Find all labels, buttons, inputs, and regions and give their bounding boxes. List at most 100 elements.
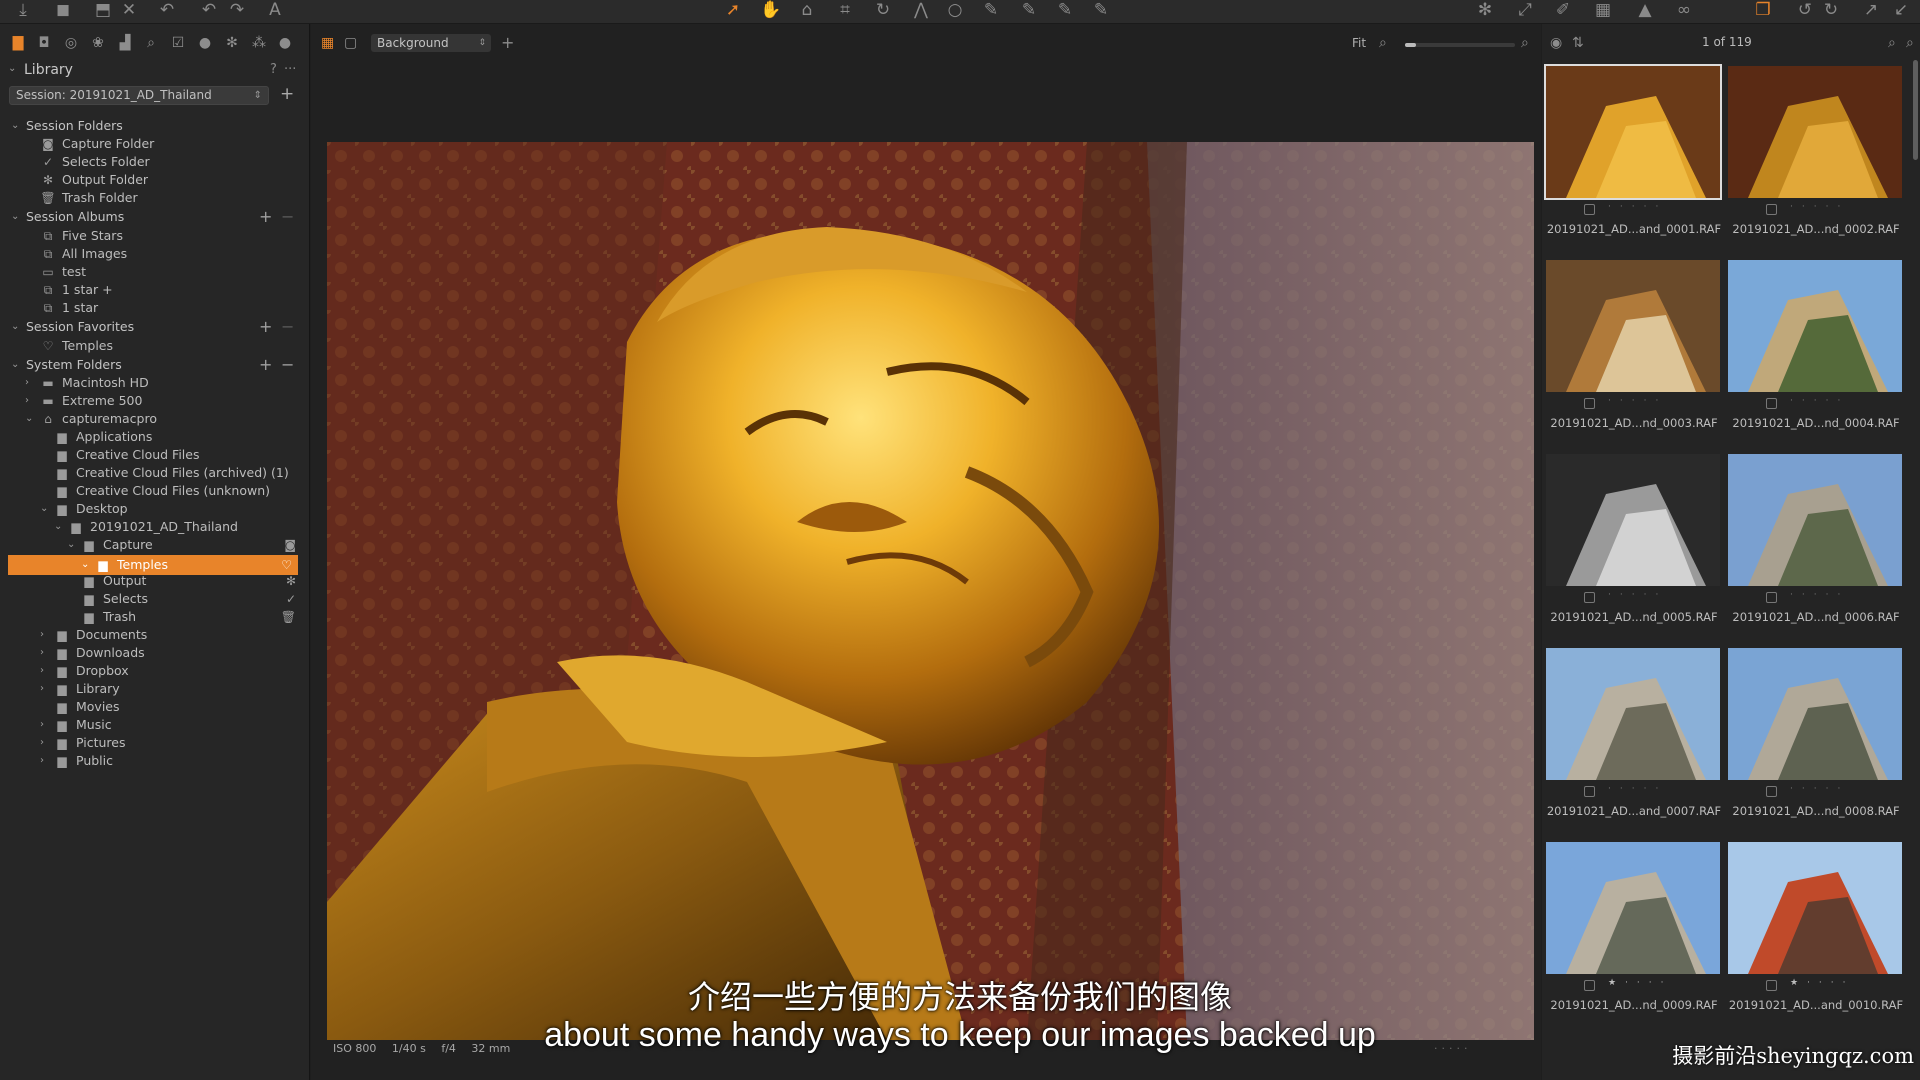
- text-icon[interactable]: A: [264, 0, 286, 22]
- chevron-down-icon[interactable]: ⌄: [54, 517, 62, 537]
- folder-music[interactable]: › ▆ Music: [0, 715, 310, 735]
- session-select[interactable]: Session: 20191021_AD_Thailand ⇕: [9, 86, 269, 105]
- library-tab-icon[interactable]: ▇: [7, 32, 29, 54]
- add-session-button[interactable]: +: [280, 84, 298, 104]
- zoom-slider[interactable]: [1405, 43, 1515, 47]
- undo-icon[interactable]: ↶: [156, 0, 178, 22]
- sidebar-item-all-images[interactable]: ⧉ All Images: [0, 244, 310, 264]
- select-checkbox[interactable]: [1584, 786, 1595, 797]
- chevron-down-icon[interactable]: ⌄: [8, 63, 16, 74]
- exposure-tab-icon[interactable]: ▟: [114, 32, 136, 54]
- chevron-right-icon[interactable]: ›: [25, 391, 29, 411]
- select-checkbox[interactable]: [1766, 592, 1777, 603]
- layers-icon[interactable]: ❐: [1752, 0, 1774, 22]
- info-tab-icon[interactable]: ●: [194, 32, 216, 54]
- star-rating[interactable]: ·····: [1608, 784, 1667, 794]
- star-rating[interactable]: ·····: [1608, 202, 1667, 212]
- expand-icon[interactable]: ⤢: [1514, 0, 1536, 22]
- star-rating[interactable]: ·····: [1608, 396, 1667, 406]
- metadata-tab-icon[interactable]: ☑: [167, 32, 189, 54]
- thumbnail[interactable]: ····· 20191021_AD...nd_0003.RAF: [1544, 260, 1720, 432]
- star-rating[interactable]: ·····: [1790, 784, 1849, 794]
- export-icon[interactable]: ⬒: [92, 0, 114, 22]
- sidebar-item-output-folder[interactable]: ✻ Output Folder: [0, 170, 310, 190]
- folder-output[interactable]: ▆ Output ✻: [0, 571, 310, 591]
- styles-tab-icon[interactable]: ⁂: [248, 32, 270, 54]
- chevron-down-icon[interactable]: ⌄: [11, 317, 19, 337]
- folder-pictures[interactable]: › ▆ Pictures: [0, 733, 310, 753]
- folder-desktop[interactable]: ⌄ ▆ Desktop: [0, 499, 310, 519]
- chevron-down-icon[interactable]: ⌄: [11, 116, 19, 136]
- chevron-right-icon[interactable]: ›: [40, 625, 44, 645]
- single-view-icon[interactable]: ▢: [344, 32, 357, 54]
- chevron-right-icon[interactable]: ›: [40, 661, 44, 681]
- proof-icon[interactable]: ∞: [1670, 0, 1698, 22]
- chevron-down-icon[interactable]: ⌄: [40, 499, 48, 519]
- color-tab-icon[interactable]: ❀: [87, 32, 109, 54]
- sidebar-item-1-star-plus[interactable]: ⧉ 1 star +: [0, 280, 310, 300]
- main-image[interactable]: [327, 142, 1534, 1040]
- chevron-down-icon[interactable]: ⌄: [67, 535, 75, 555]
- add-view-button[interactable]: +: [501, 32, 514, 54]
- star-rating[interactable]: ·····: [1608, 590, 1667, 600]
- detail-tab-icon[interactable]: ⌕: [140, 32, 162, 54]
- remove-favorite-button[interactable]: −: [281, 317, 294, 337]
- star-rating[interactable]: ·····: [1790, 590, 1849, 600]
- eye-icon[interactable]: ◉: [1550, 32, 1562, 54]
- folder-public[interactable]: › ▆ Public: [0, 751, 310, 771]
- redo-icon[interactable]: ↷: [226, 0, 248, 22]
- browser-scrollbar[interactable]: [1913, 60, 1918, 160]
- thumbnail[interactable]: ····· 20191021_AD...nd_0004.RAF: [1726, 260, 1902, 432]
- folder-creative-cloud-files[interactable]: ▆ Creative Cloud Files: [0, 445, 310, 465]
- loupe-icon[interactable]: ⌂: [796, 0, 818, 22]
- select-checkbox[interactable]: [1584, 398, 1595, 409]
- gradient-icon[interactable]: ✎: [1054, 0, 1076, 22]
- sidebar-item-temples-favorite[interactable]: ♡ Temples: [0, 336, 310, 356]
- folder-applications[interactable]: ▆ Applications: [0, 427, 310, 447]
- sidebar-item-capture-folder[interactable]: ◙ Capture Folder: [0, 134, 310, 154]
- copy-icon[interactable]: ↗: [1860, 0, 1882, 22]
- redo-tool-icon[interactable]: ↻: [1820, 0, 1842, 22]
- more-icon[interactable]: ···: [284, 62, 296, 77]
- crop-icon[interactable]: ⌗: [834, 0, 856, 22]
- thumbnail[interactable]: ····· 20191021_AD...and_0001.RAF: [1544, 64, 1722, 238]
- chevron-right-icon[interactable]: ›: [40, 643, 44, 663]
- chevron-right-icon[interactable]: ›: [40, 751, 44, 771]
- batch-tab-icon[interactable]: ✻: [221, 32, 243, 54]
- thumbnail[interactable]: ····· 20191021_AD...and_0007.RAF: [1544, 648, 1721, 820]
- folder-downloads[interactable]: › ▆ Downloads: [0, 643, 310, 663]
- zoom-fit-button[interactable]: Fit: [1352, 36, 1366, 50]
- thumbnail[interactable]: ····· 20191021_AD...nd_0005.RAF: [1544, 454, 1720, 626]
- thumbnail[interactable]: ····· 20191021_AD...nd_0006.RAF: [1726, 454, 1902, 626]
- chevron-right-icon[interactable]: ›: [25, 373, 29, 393]
- warning-icon[interactable]: ▲: [1634, 0, 1656, 22]
- paste-icon[interactable]: ↙: [1890, 0, 1912, 22]
- select-checkbox[interactable]: [1766, 204, 1777, 215]
- brush-icon[interactable]: ✎: [980, 0, 1002, 22]
- background-select[interactable]: Background ⇕: [371, 34, 491, 52]
- sort-icon[interactable]: ⇅: [1572, 32, 1584, 54]
- sidebar-item-1-star[interactable]: ⧉ 1 star: [0, 298, 310, 318]
- pan-icon[interactable]: ✋: [760, 0, 782, 22]
- help-tab-icon[interactable]: ●: [274, 32, 296, 54]
- search-icon[interactable]: ⌕: [1888, 32, 1896, 54]
- session-favorites-header[interactable]: ⌄ Session Favorites + −: [0, 317, 310, 337]
- import-icon[interactable]: ⤓: [12, 0, 34, 22]
- picker-icon[interactable]: ✎: [1090, 0, 1112, 22]
- filter-icon[interactable]: ⌕: [1906, 32, 1914, 54]
- thumbnail[interactable]: ····· 20191021_AD...nd_0002.RAF: [1726, 66, 1902, 238]
- star-rating[interactable]: ·····: [1790, 396, 1849, 406]
- sidebar-item-trash-folder[interactable]: 🗑 Trash Folder: [0, 188, 310, 208]
- pointer-icon[interactable]: ➚: [722, 0, 744, 22]
- select-checkbox[interactable]: [1766, 398, 1777, 409]
- add-album-button[interactable]: +: [259, 207, 272, 227]
- folder-session-thailand[interactable]: ⌄ ▆ 20191021_AD_Thailand: [0, 517, 310, 537]
- remove-album-button[interactable]: −: [281, 207, 294, 227]
- chevron-right-icon[interactable]: ›: [40, 715, 44, 735]
- rotate-icon[interactable]: ↻: [872, 0, 894, 22]
- select-checkbox[interactable]: [1766, 786, 1777, 797]
- folder-macintosh-hd[interactable]: › ▬ Macintosh HD: [0, 373, 310, 393]
- zoom-in-icon[interactable]: ⌕: [1521, 32, 1529, 54]
- camera-icon[interactable]: ◼: [52, 0, 74, 22]
- chevron-down-icon[interactable]: ⌄: [11, 355, 19, 375]
